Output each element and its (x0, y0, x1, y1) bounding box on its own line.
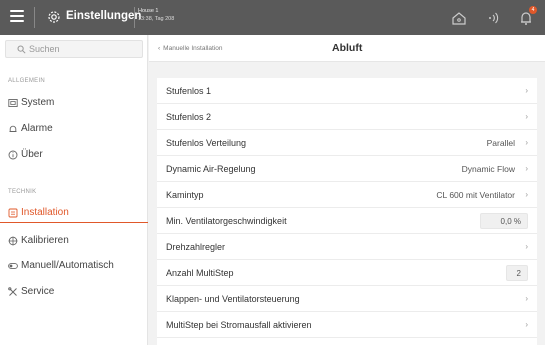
fan-speed-input[interactable]: 0,0 % (480, 213, 528, 229)
settings-list: Stufenlos 1 › Stufenlos 2 › Stufenlos Ve… (157, 78, 537, 345)
installation-icon (8, 208, 18, 218)
row-label: MultiStep bei Stromausfall aktivieren (166, 320, 312, 330)
info-icon (8, 150, 18, 160)
toggle-icon (8, 263, 18, 269)
chevron-right-icon: › (525, 242, 528, 251)
house-time: 13:38, Tag 208 (138, 16, 175, 22)
tools-icon (8, 287, 17, 296)
sidebar-item-label: Über (21, 149, 43, 160)
row-label: Drehzahlregler (166, 242, 226, 252)
app-title: Einstellungen (66, 10, 142, 22)
list-item-anzahl-multistep: Anzahl MultiStep 2 (157, 260, 537, 286)
chevron-right-icon: › (525, 294, 528, 303)
title-divider (134, 7, 135, 28)
sidebar-item-label: Kalibrieren (21, 235, 69, 246)
sidebar-item-label: System (21, 97, 55, 108)
house-name: House 1 (138, 8, 159, 14)
sidebar-item-label: Manuell/Automatisch (21, 260, 114, 271)
row-label: Min. Ventilatorgeschwindigkeit (166, 216, 287, 226)
row-label: Stufenlos Verteilung (166, 138, 247, 148)
row-label: Anzahl MultiStep (166, 268, 234, 278)
sidebar-item-label: Alarme (21, 123, 53, 134)
home-icon[interactable] (450, 9, 468, 27)
list-item-dynamic-air-regelung[interactable]: Dynamic Air-Regelung Dynamic Flow › (157, 156, 537, 182)
row-value: Parallel (486, 138, 515, 148)
sidebar-item-service[interactable]: Service (0, 282, 148, 302)
top-bar: Einstellungen House 1 13:38, Tag 208 4 (0, 0, 545, 35)
page-title: Abluft (332, 42, 363, 54)
sidebar-item-kalibrieren[interactable]: Kalibrieren (0, 231, 148, 251)
list-item-stufenlos-1[interactable]: Stufenlos 1 › (157, 78, 537, 104)
topbar-divider (34, 7, 35, 28)
list-item-klappen-ventilatorsteuerung[interactable]: Klappen- und Ventilatorsteuerung › (157, 286, 537, 312)
sidebar: Suchen ALLGEMEIN System Alarme Über TECH… (0, 35, 148, 345)
sidebar-item-label: Service (21, 286, 55, 297)
system-icon (8, 99, 18, 107)
multistep-count-input[interactable]: 2 (506, 265, 528, 281)
sidebar-item-manuell-automatisch[interactable]: Manuell/Automatisch (0, 256, 148, 276)
list-item-multistep-stromausfall[interactable]: MultiStep bei Stromausfall aktivieren › (157, 312, 537, 338)
calibrate-icon (8, 236, 18, 246)
breadcrumb: ‹ Manuelle Installation Abluft (149, 35, 545, 62)
back-button[interactable]: ‹ Manuelle Installation (158, 45, 222, 52)
section-label-technik: TECHNIK (8, 189, 37, 195)
sidebar-item-installation[interactable]: Installation (0, 203, 148, 223)
settings-icon (48, 11, 60, 23)
list-item-min-ventilatorgeschwindigkeit: Min. Ventilatorgeschwindigkeit 0,0 % (157, 208, 537, 234)
list-item-stufenlos-2[interactable]: Stufenlos 2 › (157, 104, 537, 130)
row-value: Dynamic Flow (461, 164, 515, 174)
sidebar-item-system[interactable]: System (0, 93, 148, 113)
menu-icon[interactable] (10, 10, 24, 24)
list-item-kamintyp[interactable]: Kamintyp CL 600 mit Ventilator › (157, 182, 537, 208)
row-label: Klappen- und Ventilatorsteuerung (166, 294, 300, 304)
chevron-right-icon: › (525, 320, 528, 329)
row-value: CL 600 mit Ventilator (436, 190, 515, 200)
sidebar-item-ueber[interactable]: Über (0, 145, 148, 165)
sidebar-item-label: Installation (21, 207, 69, 218)
section-label-allgemein: ALLGEMEIN (8, 78, 46, 84)
signal-icon[interactable] (484, 9, 502, 27)
main-content: ‹ Manuelle Installation Abluft Stufenlos … (149, 35, 545, 345)
sidebar-item-alarme[interactable]: Alarme (0, 119, 148, 139)
search-placeholder: Suchen (29, 44, 60, 54)
chevron-left-icon: ‹ (158, 45, 161, 52)
row-label: Kamintyp (166, 190, 204, 200)
chevron-right-icon: › (525, 138, 528, 147)
bell-icon (9, 125, 17, 132)
back-label: Manuelle Installation (163, 45, 223, 52)
row-label: Dynamic Air-Regelung (166, 164, 256, 174)
chevron-right-icon: › (525, 190, 528, 199)
row-label: Stufenlos 2 (166, 112, 212, 122)
notification-badge: 4 (529, 6, 537, 14)
list-item-stufenlos-verteilung[interactable]: Stufenlos Verteilung Parallel › (157, 130, 537, 156)
search-icon (17, 45, 26, 54)
chevron-right-icon: › (525, 112, 528, 121)
search-input[interactable]: Suchen (5, 40, 143, 58)
chevron-right-icon: › (525, 86, 528, 95)
chevron-right-icon: › (525, 164, 528, 173)
list-item-drehzahlregler[interactable]: Drehzahlregler › (157, 234, 537, 260)
row-label: Stufenlos 1 (166, 86, 212, 96)
